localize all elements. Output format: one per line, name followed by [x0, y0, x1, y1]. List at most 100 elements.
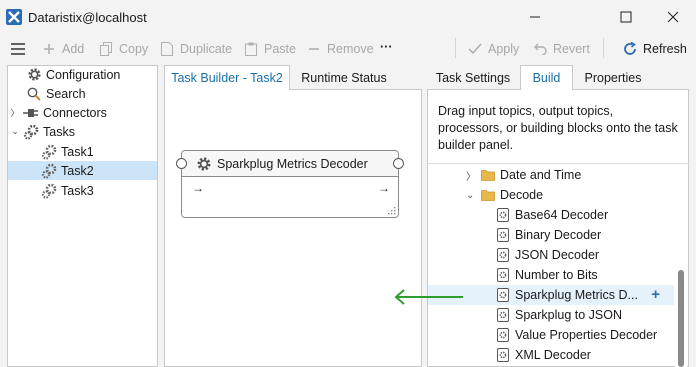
- tree-item-search[interactable]: Search: [10, 84, 156, 103]
- tree-item-task2[interactable]: Task2: [8, 161, 157, 180]
- hamburger-menu-icon: [11, 43, 25, 55]
- node-title: Sparkplug Metrics Decoder: [217, 156, 368, 171]
- refresh-icon: [622, 41, 638, 57]
- toolbar: Add Copy Duplicate Paste Remove ··· Appl…: [0, 34, 696, 62]
- tab-label: Properties: [584, 70, 642, 85]
- minimize-icon: [530, 16, 540, 18]
- copy-button[interactable]: Copy: [98, 40, 148, 58]
- gears-icon: [41, 144, 57, 160]
- add-item-icon[interactable]: +: [651, 286, 660, 303]
- tree-item-connectors[interactable]: 〉 Connectors: [10, 103, 156, 122]
- toolbar-separator: [603, 38, 604, 58]
- refresh-button[interactable]: Refresh: [622, 40, 687, 58]
- apply-label: Apply: [488, 42, 520, 56]
- gears-icon: [41, 183, 57, 199]
- task-builder-canvas[interactable]: [164, 89, 422, 367]
- processor-icon: [496, 328, 510, 342]
- duplicate-button[interactable]: Duplicate: [159, 40, 232, 58]
- close-button[interactable]: [650, 0, 696, 34]
- search-icon: [26, 86, 42, 102]
- sparkplug-decoder-node[interactable]: Sparkplug Metrics Decoder → →: [181, 150, 399, 218]
- chevron-down-icon[interactable]: ⌄: [10, 126, 20, 137]
- remove-label: Remove: [327, 42, 374, 56]
- tree-item-task1[interactable]: Task1: [28, 142, 156, 161]
- tab-task-settings[interactable]: Task Settings: [430, 65, 516, 90]
- folder-label: Date and Time: [500, 168, 582, 182]
- chevron-right-icon[interactable]: 〉: [10, 106, 20, 119]
- folder-date-and-time[interactable]: 〉 Date and Time: [466, 165, 674, 185]
- window-title: Dataristix@localhost: [28, 10, 147, 25]
- apply-button[interactable]: Apply: [467, 40, 519, 58]
- tab-label: Build: [532, 71, 561, 85]
- tree-item-label: Configuration: [46, 67, 121, 82]
- list-item[interactable]: Base64 Decoder: [496, 205, 674, 225]
- duplicate-icon: [159, 41, 175, 57]
- list-item[interactable]: Sparkplug to JSON: [496, 305, 674, 325]
- output-arrow-icon: →: [378, 181, 390, 195]
- close-icon: [667, 11, 679, 23]
- tab-task-builder[interactable]: Task Builder - Task2: [164, 65, 290, 90]
- more-options-label: ···: [380, 40, 393, 54]
- drag-arrow-icon: [394, 289, 463, 305]
- list-item-label: Sparkplug to JSON: [515, 308, 622, 322]
- tab-build[interactable]: Build: [520, 65, 573, 90]
- plus-icon: [41, 41, 57, 57]
- maximize-icon: [620, 11, 632, 23]
- processor-icon: [496, 228, 510, 242]
- folder-icon: [481, 188, 495, 202]
- folder-decode[interactable]: ⌄ Decode: [466, 185, 674, 205]
- undo-icon: [532, 41, 548, 57]
- output-port[interactable]: [393, 158, 404, 169]
- plug-icon: [23, 105, 39, 121]
- tree-item-label: Task1: [61, 144, 94, 159]
- refresh-label: Refresh: [643, 42, 687, 56]
- more-options-button[interactable]: ···: [380, 38, 393, 56]
- folder-label: Decode: [500, 188, 544, 202]
- tab-properties[interactable]: Properties: [578, 65, 648, 90]
- chevron-down-icon[interactable]: ⌄: [466, 190, 478, 201]
- list-item-label: JSON Decoder: [515, 248, 600, 262]
- list-item[interactable]: JSON Decoder: [496, 245, 674, 265]
- paste-icon: [243, 41, 259, 57]
- list-item[interactable]: Number to Bits: [496, 265, 674, 285]
- processor-icon: [496, 288, 510, 302]
- paste-label: Paste: [264, 42, 296, 56]
- node-header[interactable]: Sparkplug Metrics Decoder: [182, 151, 398, 177]
- processor-icon: [496, 308, 510, 322]
- list-item[interactable]: XML Decoder: [496, 345, 674, 365]
- tree-item-configuration[interactable]: Configuration: [10, 65, 156, 84]
- tab-label: Runtime Status: [301, 70, 387, 85]
- list-item[interactable]: Value Properties Decoder: [496, 325, 674, 345]
- tree-item-label: Tasks: [43, 124, 75, 139]
- processor-icon: [496, 348, 510, 362]
- tree-item-label: Task3: [61, 183, 94, 198]
- duplicate-label: Duplicate: [180, 42, 233, 56]
- paste-button[interactable]: Paste: [243, 40, 296, 58]
- list-item[interactable]: Binary Decoder: [496, 225, 674, 245]
- add-button[interactable]: Add: [41, 40, 84, 58]
- list-item-label: Sparkplug Metrics D...: [515, 288, 638, 302]
- divider: [427, 163, 689, 164]
- tab-runtime-status[interactable]: Runtime Status: [294, 65, 394, 90]
- list-item-label: Base64 Decoder: [515, 208, 609, 222]
- list-item-label: Binary Decoder: [515, 228, 602, 242]
- revert-button[interactable]: Revert: [532, 40, 590, 58]
- list-item-label: Value Properties Decoder: [515, 328, 658, 342]
- resize-grip-icon[interactable]: [388, 207, 396, 215]
- chevron-right-icon[interactable]: 〉: [466, 168, 478, 183]
- copy-icon: [98, 41, 114, 57]
- minimize-button[interactable]: [512, 0, 558, 34]
- tree-item-tasks[interactable]: ⌄ Tasks: [10, 122, 156, 141]
- maximize-button[interactable]: [603, 0, 649, 34]
- tree-item-task3[interactable]: Task3: [28, 181, 156, 200]
- remove-button[interactable]: Remove: [306, 40, 374, 58]
- tree-item-label: Connectors: [43, 105, 107, 120]
- list-item-label: Number to Bits: [515, 268, 598, 282]
- tree-item-label: Task2: [61, 163, 94, 178]
- scrollbar-thumb[interactable]: [678, 270, 684, 367]
- build-help-text: Drag input topics, output topics, proces…: [438, 104, 678, 152]
- gear-icon: [196, 156, 212, 172]
- processor-icon: [496, 208, 510, 222]
- input-port[interactable]: [176, 158, 187, 169]
- menu-button[interactable]: [10, 40, 26, 58]
